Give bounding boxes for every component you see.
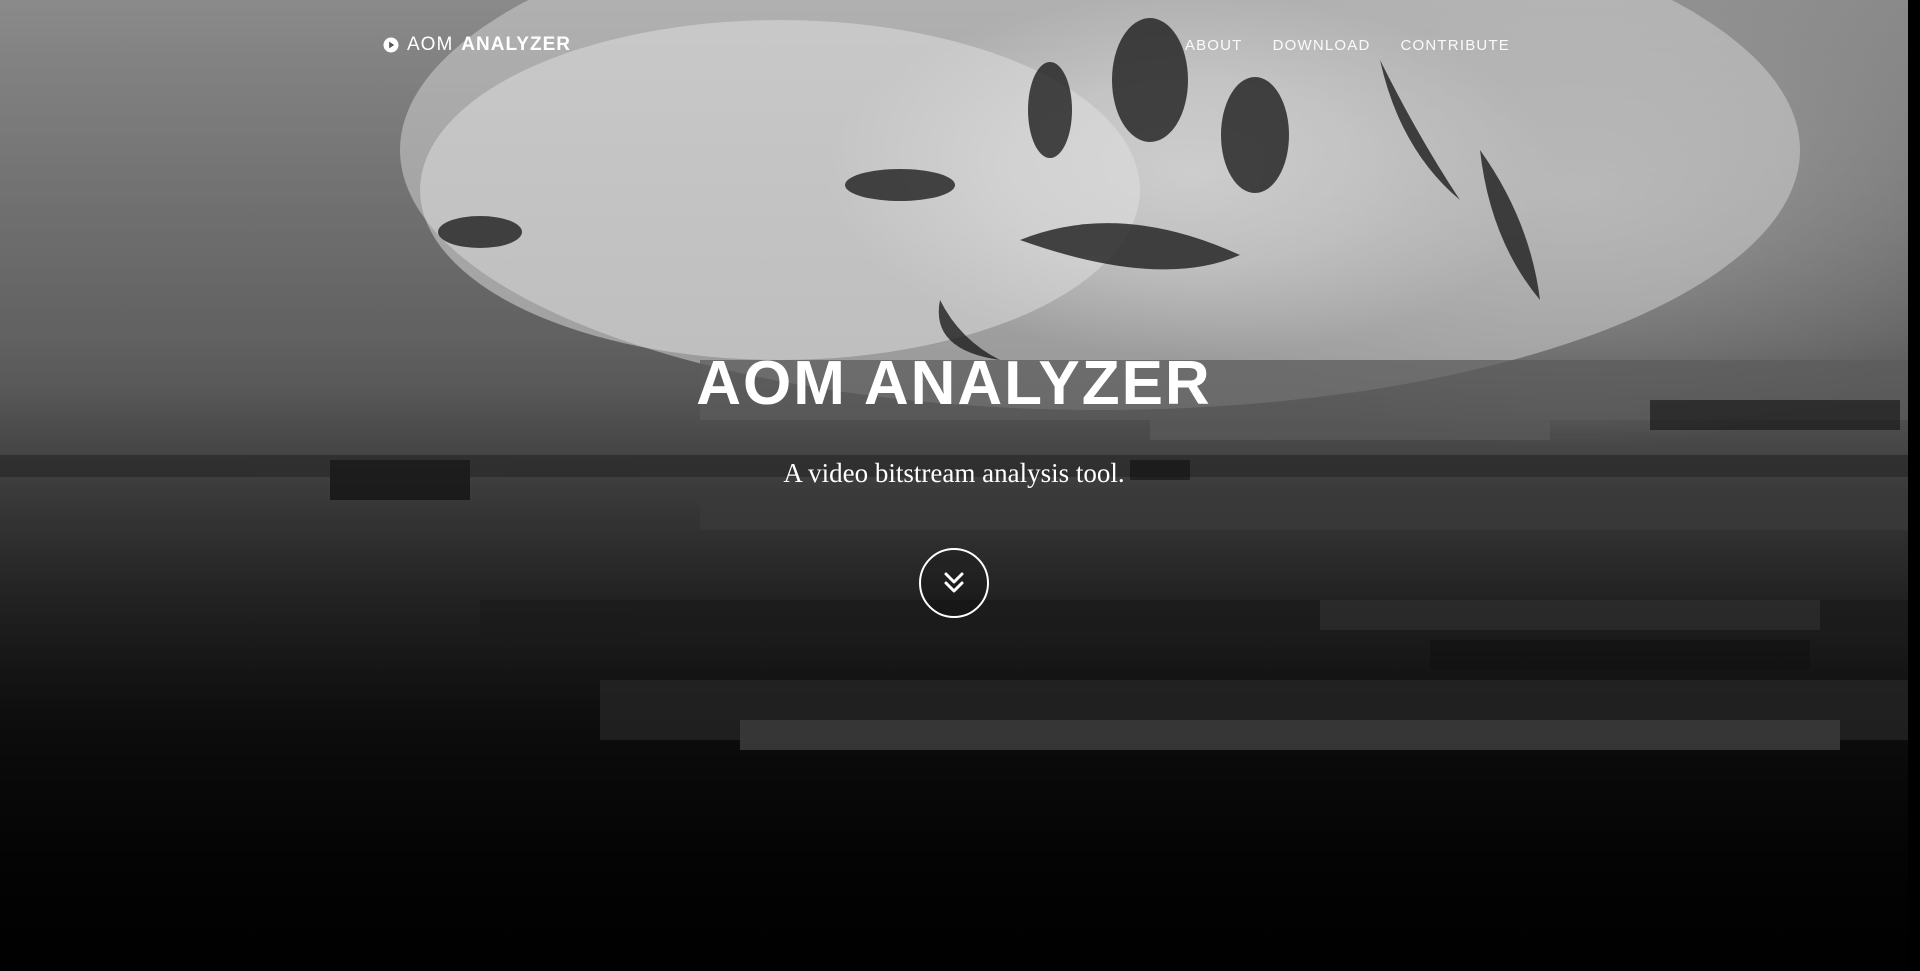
play-circle-icon [383, 37, 399, 53]
nav-link-download[interactable]: DOWNLOAD [1273, 37, 1371, 54]
top-navbar: AOM ANALYZER ABOUT DOWNLOAD CONTRIBUTE [383, 30, 1510, 60]
nav-menu: ABOUT DOWNLOAD CONTRIBUTE [1185, 37, 1510, 54]
page-edge [1908, 0, 1920, 971]
scroll-down-button[interactable] [919, 548, 989, 618]
hero-section: AOM ANALYZER ABOUT DOWNLOAD CONTRIBUTE A… [0, 0, 1920, 971]
brand-logo-link[interactable]: AOM ANALYZER [383, 34, 571, 56]
brand-text-bold: ANALYZER [461, 34, 571, 55]
double-chevron-down-icon [944, 572, 964, 593]
hero-title: AOM ANALYZER [696, 349, 1212, 418]
brand-text-light: AOM [407, 34, 454, 55]
nav-link-about[interactable]: ABOUT [1185, 37, 1243, 54]
nav-link-contribute[interactable]: CONTRIBUTE [1401, 37, 1511, 54]
hero-subtitle: A video bitstream analysis tool. [783, 458, 1125, 488]
